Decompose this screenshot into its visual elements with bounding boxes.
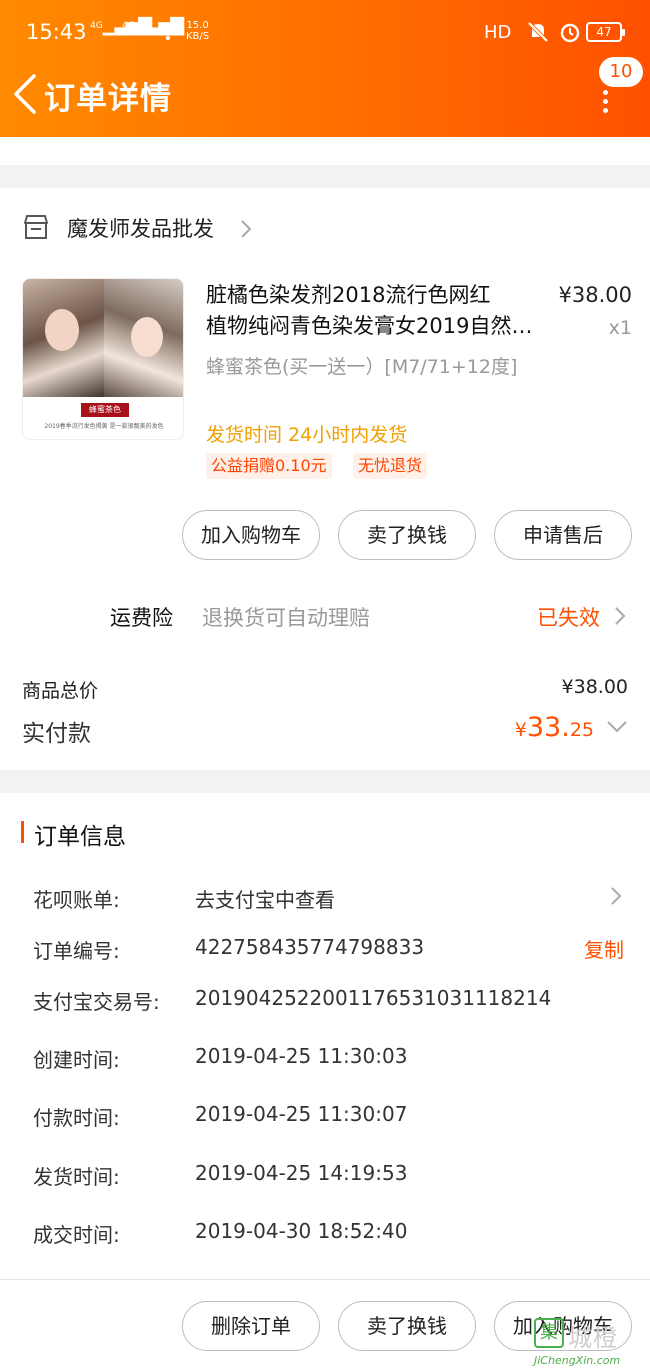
product-title-line1: 脏橘色染发剂2018流行色网红 — [206, 283, 491, 307]
chevron-right-icon[interactable] — [240, 219, 252, 239]
add-to-cart-button[interactable]: 加入购物车 — [182, 510, 320, 560]
paid-decimal: 25 — [569, 719, 594, 741]
image-color-tag: 蜂蜜茶色 — [81, 403, 129, 417]
wifi-icon — [157, 23, 179, 41]
shipped-label: 发货时间: — [33, 1165, 120, 1189]
shipped-value: 2019-04-25 14:19:53 — [195, 1161, 408, 1185]
chevron-right-icon[interactable] — [614, 606, 626, 626]
watermark-logo: 集 — [534, 1318, 564, 1348]
huabei-link[interactable]: 去支付宝中查看 — [195, 884, 335, 913]
huabei-label: 花呗账单: — [33, 888, 120, 912]
product-price: ¥38.00 — [558, 283, 632, 307]
paid-time-value: 2019-04-25 11:30:07 — [195, 1102, 408, 1126]
tag-charity: 公益捐赠0.10元 — [206, 453, 332, 479]
dot-icon — [603, 108, 608, 113]
product-title[interactable]: 脏橘色染发剂2018流行色网红 植物纯闷青色染发膏女2019自然显白 — [206, 280, 536, 342]
net-speed: 15.0 KB/S — [186, 20, 210, 42]
closed-label: 成交时间: — [33, 1223, 120, 1247]
more-menu-button[interactable] — [594, 88, 616, 116]
image-caption: 2019春季流行发色揭黄 是一款很靓美的发色 — [44, 423, 164, 430]
currency-symbol: ¥ — [514, 719, 527, 741]
chevron-down-icon[interactable] — [606, 720, 628, 734]
delete-order-button[interactable]: 删除订单 — [182, 1301, 320, 1351]
alipay-no-label: 支付宝交易号: — [33, 990, 160, 1014]
insurance-desc: 退换货可自动理赔 — [202, 606, 370, 630]
paid-amount: ¥33.25 — [470, 712, 594, 743]
mute-icon — [527, 21, 549, 43]
product-image[interactable]: 蜂蜜茶色 2019春季流行发色揭黄 是一款很靓美的发色 — [22, 278, 184, 440]
after-sales-button[interactable]: 申请售后 — [494, 510, 632, 560]
watermark-text: 城橙 — [568, 1324, 618, 1352]
product-sku: 蜂蜜茶色(买一送一）[M7/71+12度] — [206, 356, 518, 378]
copy-button[interactable]: 复制 — [584, 934, 624, 963]
model-face — [131, 317, 163, 357]
section-title: 订单信息 — [34, 824, 126, 850]
paid-time-label: 付款时间: — [33, 1106, 120, 1130]
battery-icon: 47 — [586, 22, 625, 42]
status-bar: 15:43 4G▁▃▅▇ 4G▁▃▅▇ 15.0 KB/S HD 47 — [0, 0, 650, 64]
paid-label: 实付款 — [22, 721, 91, 747]
resell-button[interactable]: 卖了换钱 — [338, 510, 476, 560]
clock: 15:43 — [26, 20, 87, 44]
shipping-time: 发货时间 24小时内发货 — [206, 424, 408, 446]
model-face — [45, 309, 79, 351]
total-value: ¥38.00 — [561, 676, 628, 698]
dot-icon — [603, 99, 608, 104]
insurance-status[interactable]: 已失效 — [537, 602, 600, 632]
product-quantity: x1 — [608, 317, 632, 339]
resell-button[interactable]: 卖了换钱 — [338, 1301, 476, 1351]
header-bar: 15:43 4G▁▃▅▇ 4G▁▃▅▇ 15.0 KB/S HD 47 订单详情… — [0, 0, 650, 137]
page-title: 订单详情 — [44, 81, 172, 117]
order-no-label: 订单编号: — [33, 939, 120, 963]
paid-integer: 33. — [526, 712, 570, 743]
chevron-right-icon[interactable] — [610, 886, 622, 906]
insurance-label: 运费险 — [110, 606, 173, 630]
watermark-url: JiChengXin.com — [534, 1354, 621, 1367]
created-label: 创建时间: — [33, 1048, 120, 1072]
order-info-card — [0, 793, 650, 1279]
top-spacer — [0, 137, 650, 165]
back-button[interactable] — [8, 72, 44, 116]
watermark: 集 城橙 JiChengXin.com — [532, 1316, 650, 1372]
alipay-no-value: 2019042522001176531031118214 — [195, 986, 552, 1010]
hd-indicator: HD — [484, 22, 512, 43]
order-no-value: 422758435774798833 — [195, 935, 425, 959]
message-badge[interactable]: 10 — [599, 57, 643, 87]
section-accent — [21, 821, 24, 843]
created-value: 2019-04-25 11:30:03 — [195, 1044, 408, 1068]
dot-icon — [603, 90, 608, 95]
closed-value: 2019-04-30 18:52:40 — [195, 1219, 408, 1243]
total-label: 商品总价 — [22, 680, 99, 702]
alarm-icon — [560, 23, 580, 43]
product-title-line2: 植物纯闷青色染发膏女2019自然显白 — [206, 314, 536, 338]
tag-easy-return: 无忧退货 — [353, 453, 428, 479]
shop-icon — [24, 215, 48, 239]
shop-name-link[interactable]: 魔发师发品批发 — [67, 213, 214, 243]
